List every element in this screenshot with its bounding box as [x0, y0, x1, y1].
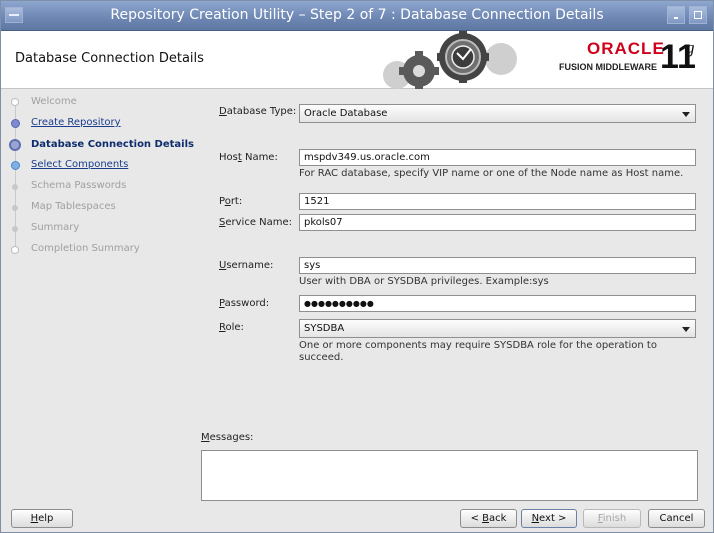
maximize-icon[interactable]: [689, 6, 707, 24]
step-done-icon: [11, 161, 20, 170]
nav-step-completion-summary: Completion Summary: [31, 243, 140, 254]
step-current-icon: [9, 139, 21, 151]
host-name-input[interactable]: mspdv349.us.oracle.com: [299, 149, 696, 166]
service-name-input[interactable]: pkols07: [299, 214, 696, 231]
role-select[interactable]: SYSDBA: [299, 319, 696, 338]
minimize-icon[interactable]: [667, 6, 685, 24]
fusion-middleware-label: FUSION MIDDLEWARE: [559, 62, 657, 72]
nav-step-select-components[interactable]: Select Components: [31, 159, 128, 175]
port-label: Port:: [219, 196, 243, 207]
username-label: Username:: [219, 260, 274, 271]
dropdown-arrow-icon: [682, 112, 690, 117]
next-button[interactable]: Next >: [521, 509, 577, 528]
gears-icon: [383, 31, 517, 89]
role-hint: One or more components may require SYSDB…: [299, 340, 657, 363]
title-bar[interactable]: Repository Creation Utility – Step 2 of …: [1, 1, 713, 31]
window-title: Repository Creation Utility – Step 2 of …: [110, 7, 604, 23]
role-label: Role:: [219, 322, 244, 333]
connection-form: Database Type: Oracle Database Host Name…: [201, 93, 711, 503]
messages-area[interactable]: [201, 450, 698, 501]
host-name-label: Host Name:: [219, 152, 278, 163]
step-pending-icon: [12, 226, 18, 232]
wizard-steps-nav: Welcome Create Repository Database Conne…: [9, 93, 194, 495]
nav-step-summary: Summary: [31, 222, 80, 233]
messages-label: Messages:: [201, 432, 254, 443]
step-pending-icon: [11, 246, 19, 254]
oracle-wordmark: ORACLE: [587, 39, 665, 58]
finish-button[interactable]: Finish: [583, 509, 641, 528]
password-input[interactable]: ●●●●●●●●●●: [299, 295, 696, 312]
help-button[interactable]: Help: [11, 509, 73, 528]
password-label: Password:: [219, 298, 270, 309]
version-suffix: g: [686, 38, 695, 57]
database-type-value: Oracle Database: [304, 108, 388, 119]
step-pending-icon: [12, 184, 18, 190]
role-value: SYSDBA: [304, 323, 345, 334]
cancel-button[interactable]: Cancel: [648, 509, 705, 528]
database-type-select[interactable]: Oracle Database: [299, 104, 696, 123]
database-type-label: Database Type:: [219, 106, 297, 117]
rcu-window: Repository Creation Utility – Step 2 of …: [0, 0, 714, 533]
nav-step-welcome: Welcome: [31, 96, 77, 107]
nav-step-schema-passwords: Schema Passwords: [31, 180, 127, 191]
username-hint: User with DBA or SYSDBA privileges. Exam…: [299, 276, 549, 287]
username-input[interactable]: sys: [299, 257, 696, 274]
step-done-icon: [11, 119, 20, 128]
header-banner: Database Connection Details ORACLE FUSIO…: [1, 31, 713, 89]
nav-step-database-connection[interactable]: Database Connection Details: [31, 139, 194, 155]
port-input[interactable]: 1521: [299, 193, 696, 210]
page-title: Database Connection Details: [15, 51, 204, 66]
nav-step-map-tablespaces: Map Tablespaces: [31, 201, 116, 212]
step-pending-icon: [11, 98, 19, 106]
host-name-hint: For RAC database, specify VIP name or on…: [299, 168, 684, 179]
oracle-fusion-logo: ORACLE FUSION MIDDLEWARE 11 g: [549, 38, 709, 83]
back-button[interactable]: < Back: [460, 509, 517, 528]
nav-step-create-repository[interactable]: Create Repository: [31, 117, 121, 133]
dropdown-arrow-icon: [682, 327, 690, 332]
service-name-label: Service Name:: [219, 217, 293, 228]
step-pending-icon: [12, 205, 18, 211]
